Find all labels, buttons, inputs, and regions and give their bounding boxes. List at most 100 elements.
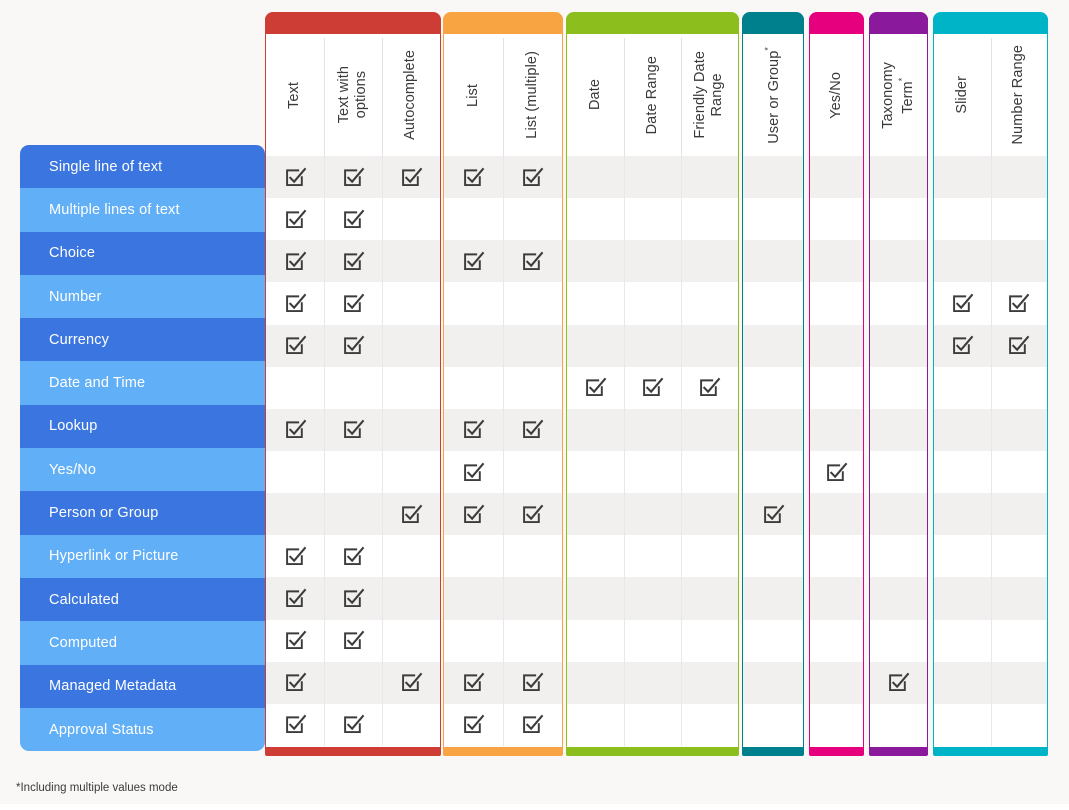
matrix-cell — [266, 661, 324, 704]
row-label-managed-metadata: Managed Metadata — [20, 664, 265, 708]
matrix-cell — [870, 324, 927, 367]
matrix-column — [567, 156, 624, 746]
matrix-cell — [991, 704, 1048, 746]
matrix-cell — [624, 240, 681, 283]
matrix-cell — [503, 282, 562, 324]
matrix-cell — [567, 704, 624, 746]
matrix-cell — [382, 661, 440, 704]
column-group-yesno-group: Yes/No — [809, 12, 864, 756]
column-header-label: Slider — [953, 76, 970, 114]
matrix-cell — [743, 577, 803, 620]
footnote: *Including multiple values mode — [16, 782, 178, 794]
group-footer-bar — [869, 747, 928, 756]
matrix-cell — [934, 408, 991, 451]
matrix-column — [990, 156, 1048, 746]
matrix-cell — [324, 451, 382, 493]
matrix-cell — [934, 367, 991, 409]
matrix-cell — [266, 198, 324, 240]
footnote-marker: * — [897, 76, 908, 81]
column-header-label: Yes/No — [827, 71, 844, 119]
matrix-cell — [810, 620, 863, 662]
matrix-cell — [743, 156, 803, 199]
column-header-label: Text with options — [335, 66, 369, 124]
matrix-cell — [503, 704, 562, 746]
checkbox-checked-icon — [401, 167, 422, 186]
matrix-cell — [810, 324, 863, 367]
checkbox-checked-icon — [464, 167, 485, 186]
matrix-cell — [266, 493, 324, 536]
matrix-cell — [382, 198, 440, 240]
column-header-label: Number Range — [1010, 45, 1027, 145]
matrix-cell — [934, 535, 991, 577]
matrix-cell — [567, 661, 624, 704]
matrix-cell — [934, 282, 991, 324]
matrix-cell — [624, 577, 681, 620]
matrix-cell — [934, 661, 991, 704]
matrix-cell — [810, 661, 863, 704]
matrix-cell — [324, 282, 382, 324]
matrix-cell — [624, 198, 681, 240]
column-header-date-range: Date Range — [624, 34, 681, 156]
group-header-labels: Taxonomy Term* — [870, 34, 927, 156]
matrix-cell — [870, 661, 927, 704]
matrix-cell — [503, 661, 562, 704]
group-cells — [870, 156, 927, 746]
group-cells — [810, 156, 863, 746]
matrix-cell — [503, 493, 562, 536]
matrix-cell — [810, 493, 863, 536]
matrix-column — [810, 156, 863, 746]
matrix-cell — [266, 620, 324, 662]
matrix-cell — [444, 156, 503, 199]
matrix-cell — [810, 282, 863, 324]
checkbox-checked-icon — [343, 420, 364, 439]
matrix-cell — [382, 240, 440, 283]
matrix-cell — [324, 198, 382, 240]
matrix-cell — [444, 282, 503, 324]
group-cells — [444, 156, 562, 746]
group-footer-bar — [742, 747, 804, 756]
group-header-labels: Text Text with options Autocomplete — [266, 34, 440, 156]
compatibility-matrix: Text Text with options Autocomplete List Lis… — [0, 0, 1069, 810]
matrix-cell — [444, 451, 503, 493]
matrix-cell — [567, 198, 624, 240]
column-header-autocomplete: Autocomplete — [382, 34, 440, 156]
matrix-cell — [991, 198, 1048, 240]
matrix-cell — [991, 620, 1048, 662]
matrix-column — [681, 156, 738, 746]
matrix-column — [266, 156, 324, 746]
column-header-label: Date Range — [643, 55, 660, 135]
matrix-cell — [324, 367, 382, 409]
column-header-label: List — [464, 83, 481, 107]
checkbox-checked-icon — [343, 167, 364, 186]
matrix-cell — [324, 324, 382, 367]
column-group-text-group: Text Text with options Autocomplete — [265, 12, 441, 756]
matrix-cell — [503, 620, 562, 662]
group-header-bar — [869, 12, 928, 34]
matrix-cell — [266, 367, 324, 409]
row-label-text: Managed Metadata — [49, 678, 177, 695]
matrix-cell — [990, 240, 1047, 283]
matrix-cell — [503, 156, 562, 199]
matrix-cell — [624, 156, 681, 199]
matrix-cell — [444, 367, 503, 409]
matrix-cell — [990, 661, 1047, 704]
row-label-date-and-time: Date and Time — [20, 361, 265, 405]
matrix-cell — [567, 620, 624, 662]
group-header-bar — [566, 12, 739, 34]
matrix-cell — [934, 577, 991, 620]
matrix-cell — [503, 240, 562, 283]
row-label-approval-status: Approval Status — [20, 707, 265, 752]
matrix-cell — [810, 451, 863, 493]
matrix-cell — [681, 535, 738, 577]
row-label-choice: Choice — [20, 231, 265, 275]
matrix-cell — [681, 577, 738, 620]
matrix-cell — [624, 661, 681, 704]
row-label-text: Number — [49, 288, 102, 305]
matrix-cell — [444, 240, 503, 283]
matrix-cell — [324, 620, 382, 662]
matrix-cell — [681, 198, 738, 240]
matrix-cell — [624, 704, 681, 746]
matrix-cell — [567, 577, 624, 620]
matrix-cell — [681, 324, 738, 367]
column-header-text-with-options: Text with options — [324, 34, 382, 156]
